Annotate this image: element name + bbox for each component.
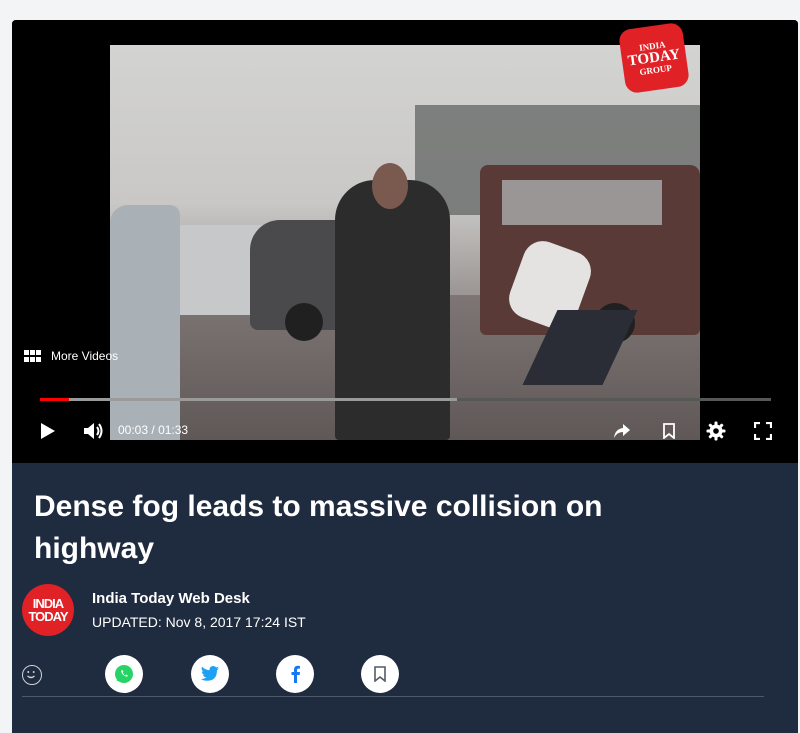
buffered-bar [40, 398, 457, 401]
author-name[interactable]: India Today Web Desk [92, 590, 250, 607]
smiley-icon[interactable] [22, 665, 42, 685]
video-player[interactable]: INDIA TODAY GROUP More Videos 00:03 / 01… [12, 20, 798, 463]
facebook-share-button[interactable] [276, 655, 314, 693]
suv-window [502, 180, 662, 225]
share-arrow-icon [614, 424, 630, 438]
time-display: 00:03 / 01:33 [118, 423, 188, 437]
more-videos-button[interactable]: More Videos [24, 349, 118, 363]
duration: 01:33 [158, 423, 189, 437]
played-bar [40, 398, 70, 401]
india-today-group-logo: INDIA TODAY GROUP [617, 21, 691, 95]
share-row [22, 655, 762, 695]
gear-icon [706, 421, 726, 441]
bookmark-article-button[interactable] [361, 655, 399, 693]
fullscreen-icon [754, 422, 772, 440]
player-controls: 00:03 / 01:33 [12, 416, 798, 446]
facebook-icon [291, 665, 300, 683]
fullscreen-button[interactable] [749, 416, 777, 446]
settings-button[interactable] [702, 416, 730, 446]
man-head [372, 163, 408, 209]
whatsapp-icon [115, 665, 133, 683]
wheel [285, 303, 323, 341]
share-button[interactable] [608, 416, 636, 446]
play-button[interactable] [34, 416, 62, 446]
divider [22, 696, 764, 697]
author-avatar[interactable]: INDIA TODAY [22, 584, 74, 636]
progress-bar[interactable] [40, 398, 771, 401]
volume-icon [84, 423, 103, 439]
grid-icon [24, 350, 41, 362]
bookmark-icon [663, 423, 675, 439]
whatsapp-share-button[interactable] [105, 655, 143, 693]
more-videos-label: More Videos [51, 349, 119, 363]
updated-timestamp: UPDATED: Nov 8, 2017 17:24 IST [92, 614, 306, 630]
save-video-button[interactable] [655, 416, 683, 446]
time-separator: / [151, 423, 155, 437]
current-time: 00:03 [118, 423, 149, 437]
volume-button[interactable] [80, 416, 108, 446]
bookmark-icon [374, 666, 386, 682]
article-headline: Dense fog leads to massive collision on … [34, 490, 603, 565]
video-frame[interactable] [110, 45, 700, 440]
play-icon [41, 423, 55, 439]
man-center [335, 180, 450, 440]
twitter-share-button[interactable] [191, 655, 229, 693]
avatar-line: TODAY [28, 609, 68, 624]
twitter-icon [201, 666, 219, 681]
man-left [110, 205, 180, 440]
